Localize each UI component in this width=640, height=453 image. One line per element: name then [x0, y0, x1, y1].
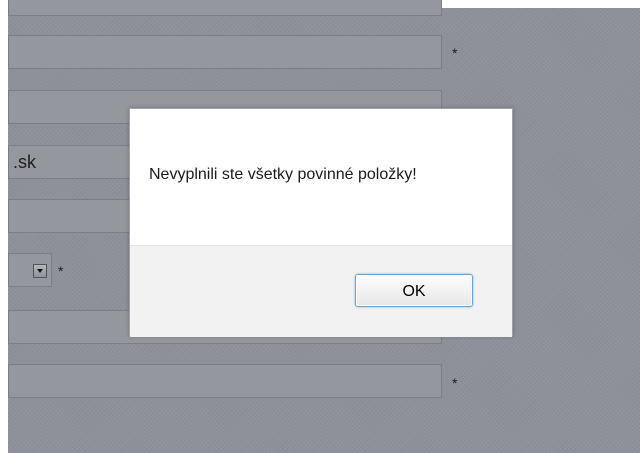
dialog-body: Nevyplnili ste všetky povinné položky!	[130, 109, 512, 245]
form-field-7[interactable]	[8, 364, 442, 398]
email-field-value: .sk	[13, 152, 37, 172]
form-select[interactable]	[8, 253, 52, 287]
chevron-down-icon[interactable]	[33, 264, 47, 278]
required-marker: *	[452, 375, 458, 391]
form-field-1[interactable]	[8, 0, 442, 16]
alert-dialog: Nevyplnili ste všetky povinné položky! O…	[129, 108, 513, 337]
ok-button[interactable]: OK	[355, 274, 473, 307]
required-marker: *	[452, 45, 458, 61]
required-marker: *	[58, 263, 64, 279]
dialog-footer: OK	[130, 245, 512, 337]
form-field-2[interactable]	[8, 35, 442, 69]
dialog-message: Nevyplnili ste všetky povinné položky!	[149, 166, 417, 183]
